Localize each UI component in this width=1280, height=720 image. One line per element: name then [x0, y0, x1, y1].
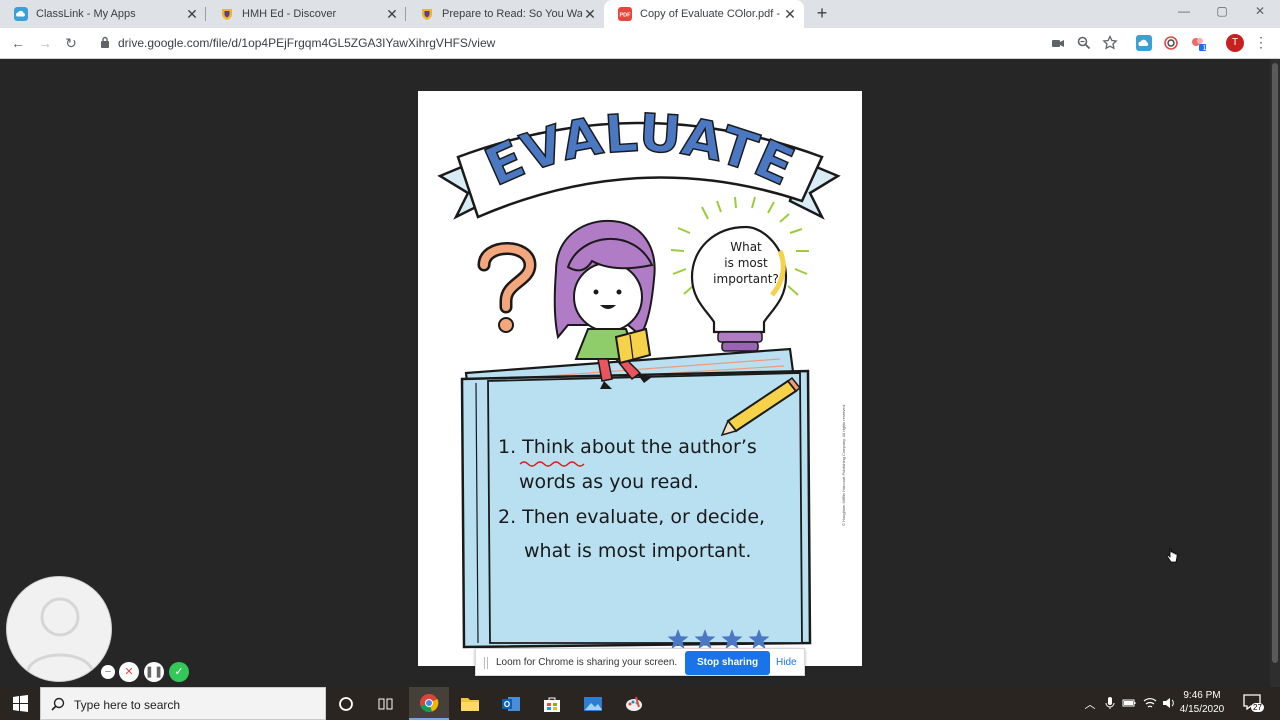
windows-start-icon[interactable] — [0, 687, 40, 720]
tab-close-icon[interactable]: ✕ — [582, 6, 598, 23]
pdf-viewer: EVALUATE What is most important? 1. Thin… — [0, 59, 1280, 687]
star-icon — [667, 629, 689, 649]
chrome-app-icon[interactable] — [409, 687, 449, 720]
battery-icon[interactable] — [1122, 696, 1136, 710]
clock-date: 4/15/2020 — [1179, 704, 1225, 715]
taskbar-clock[interactable]: 9:46 PM 4/15/2020 — [1178, 689, 1226, 717]
zoom-icon[interactable] — [1076, 35, 1092, 51]
bulb-text-line: is most — [724, 256, 768, 270]
action-center-icon[interactable]: 27 — [1242, 693, 1266, 715]
step-1-line-1: 1. Think about the author’s — [498, 436, 757, 458]
drag-handle-icon[interactable] — [484, 657, 488, 669]
svg-text:PDF: PDF — [620, 13, 632, 19]
chrome-menu-icon[interactable]: ⋮ — [1254, 34, 1268, 51]
extension-badge: 1 — [1202, 45, 1207, 52]
tab-close-icon[interactable]: ✕ — [384, 6, 400, 23]
hide-link[interactable]: Hide — [776, 657, 797, 668]
loom-camera-bubble[interactable] — [6, 576, 112, 682]
hmh-shield-icon — [222, 9, 232, 20]
loom-cancel-icon[interactable]: ✕ — [119, 662, 139, 682]
loom-share-bar: Loom for Chrome is sharing your screen. … — [475, 648, 805, 676]
wifi-icon[interactable] — [1143, 696, 1157, 710]
tab-strip: ClassLink - My Apps ✕ HMH Ed - Discover … — [0, 0, 1280, 28]
step-2-line-1: 2. Then evaluate, or decide, — [498, 506, 766, 528]
scrollbar-thumb[interactable] — [1272, 63, 1278, 663]
svg-text:O: O — [504, 700, 510, 709]
svg-text:EVALUATE: EVALUATE — [477, 103, 803, 198]
task-view-icon[interactable] — [366, 687, 406, 720]
windows-taskbar: Type here to search O ︿ 9:46 PM 4/15/202… — [0, 687, 1280, 720]
microphone-icon[interactable] — [1103, 696, 1117, 710]
tab-evaluate-pdf[interactable]: PDF Copy of Evaluate COlor.pdf - Goo ✕ — [604, 0, 804, 28]
new-tab-button[interactable]: + — [812, 3, 832, 25]
photos-icon[interactable] — [573, 687, 613, 720]
pdf-page: EVALUATE What is most important? 1. Thin… — [418, 91, 862, 666]
back-arrow-icon[interactable]: ← — [9, 34, 27, 52]
close-window-icon[interactable]: ✕ — [1246, 4, 1274, 22]
address-toolbar: ← → ↻ drive.google.com/file/d/1op4PEjFrg… — [0, 28, 1280, 59]
hand-cursor-icon — [1166, 548, 1178, 563]
star-icon — [721, 629, 743, 649]
stop-sharing-button[interactable]: Stop sharing — [685, 651, 770, 675]
screen: ClassLink - My Apps ✕ HMH Ed - Discover … — [0, 0, 1280, 720]
bulb-text: What is most important? — [698, 239, 794, 287]
outlook-icon[interactable]: O — [491, 687, 531, 720]
extension-swirl-icon[interactable] — [1163, 35, 1179, 51]
classlink-cloud-icon — [14, 7, 28, 21]
star-icon — [748, 629, 770, 649]
notification-count: 27 — [1251, 703, 1264, 712]
star-icon — [694, 629, 716, 649]
step-1-line-2: words as you read. — [519, 471, 699, 493]
banner-title-text: EVALUATE — [476, 103, 803, 200]
loom-finish-icon[interactable]: ✓ — [169, 662, 189, 682]
tab-classlink[interactable]: ClassLink - My Apps ✕ — [0, 0, 206, 28]
file-explorer-icon[interactable] — [450, 687, 490, 720]
tab-title: HMH Ed - Discover — [242, 8, 337, 20]
bulb-text-line: important? — [713, 272, 779, 286]
pdf-icon: PDF — [618, 7, 632, 21]
store-icon[interactable] — [532, 687, 572, 720]
maximize-icon[interactable]: ▢ — [1208, 4, 1236, 22]
search-icon — [51, 697, 65, 711]
tab-hmh-discover[interactable]: HMH Ed - Discover ✕ — [206, 0, 406, 28]
loom-pause-icon[interactable]: ❚❚ — [144, 662, 164, 682]
minimize-icon[interactable]: — — [1170, 4, 1198, 22]
cortana-icon[interactable] — [326, 687, 366, 720]
paint-icon[interactable] — [614, 687, 654, 720]
hmh-shield-icon — [422, 9, 432, 20]
viewer-scrollbar[interactable] — [1270, 59, 1280, 687]
tab-close-icon[interactable]: ✕ — [782, 6, 798, 23]
forward-arrow-icon[interactable]: → — [36, 34, 54, 52]
bulb-text-line: What — [730, 240, 762, 254]
profile-avatar[interactable]: T — [1226, 34, 1244, 52]
tab-title: Prepare to Read: So You Want to — [442, 8, 582, 20]
share-message: Loom for Chrome is sharing your screen. — [496, 657, 678, 668]
taskbar-search[interactable]: Type here to search — [40, 687, 326, 720]
volume-icon[interactable] — [1162, 696, 1176, 710]
classlink-extension-icon[interactable] — [1136, 35, 1152, 51]
loom-minimize-icon[interactable]: – — [101, 665, 115, 679]
copyright-text: © Houghton Mifflin Harcourt Publishing C… — [841, 404, 846, 526]
tab-close-icon[interactable]: ✕ — [184, 6, 200, 23]
step-2-line-2: what is most important. — [524, 540, 752, 562]
avatar-placeholder-icon — [25, 597, 95, 674]
search-placeholder: Type here to search — [74, 698, 181, 712]
bookmark-star-icon[interactable] — [1102, 35, 1118, 51]
clock-time: 9:46 PM — [1183, 690, 1221, 701]
camera-blocked-icon[interactable] — [1050, 35, 1066, 51]
lock-icon[interactable] — [100, 36, 110, 48]
url-field[interactable]: drive.google.com/file/d/1op4PEjFrgqm4GL5… — [118, 36, 495, 50]
tab-title: Copy of Evaluate COlor.pdf - Goo — [640, 8, 782, 20]
tab-prepare-to-read[interactable]: Prepare to Read: So You Want to ✕ — [406, 0, 604, 28]
tray-chevron-icon[interactable]: ︿ — [1083, 696, 1097, 711]
reload-icon[interactable]: ↻ — [62, 34, 80, 52]
tab-title: ClassLink - My Apps — [36, 8, 136, 20]
banner-title: EVALUATE — [476, 103, 803, 200]
